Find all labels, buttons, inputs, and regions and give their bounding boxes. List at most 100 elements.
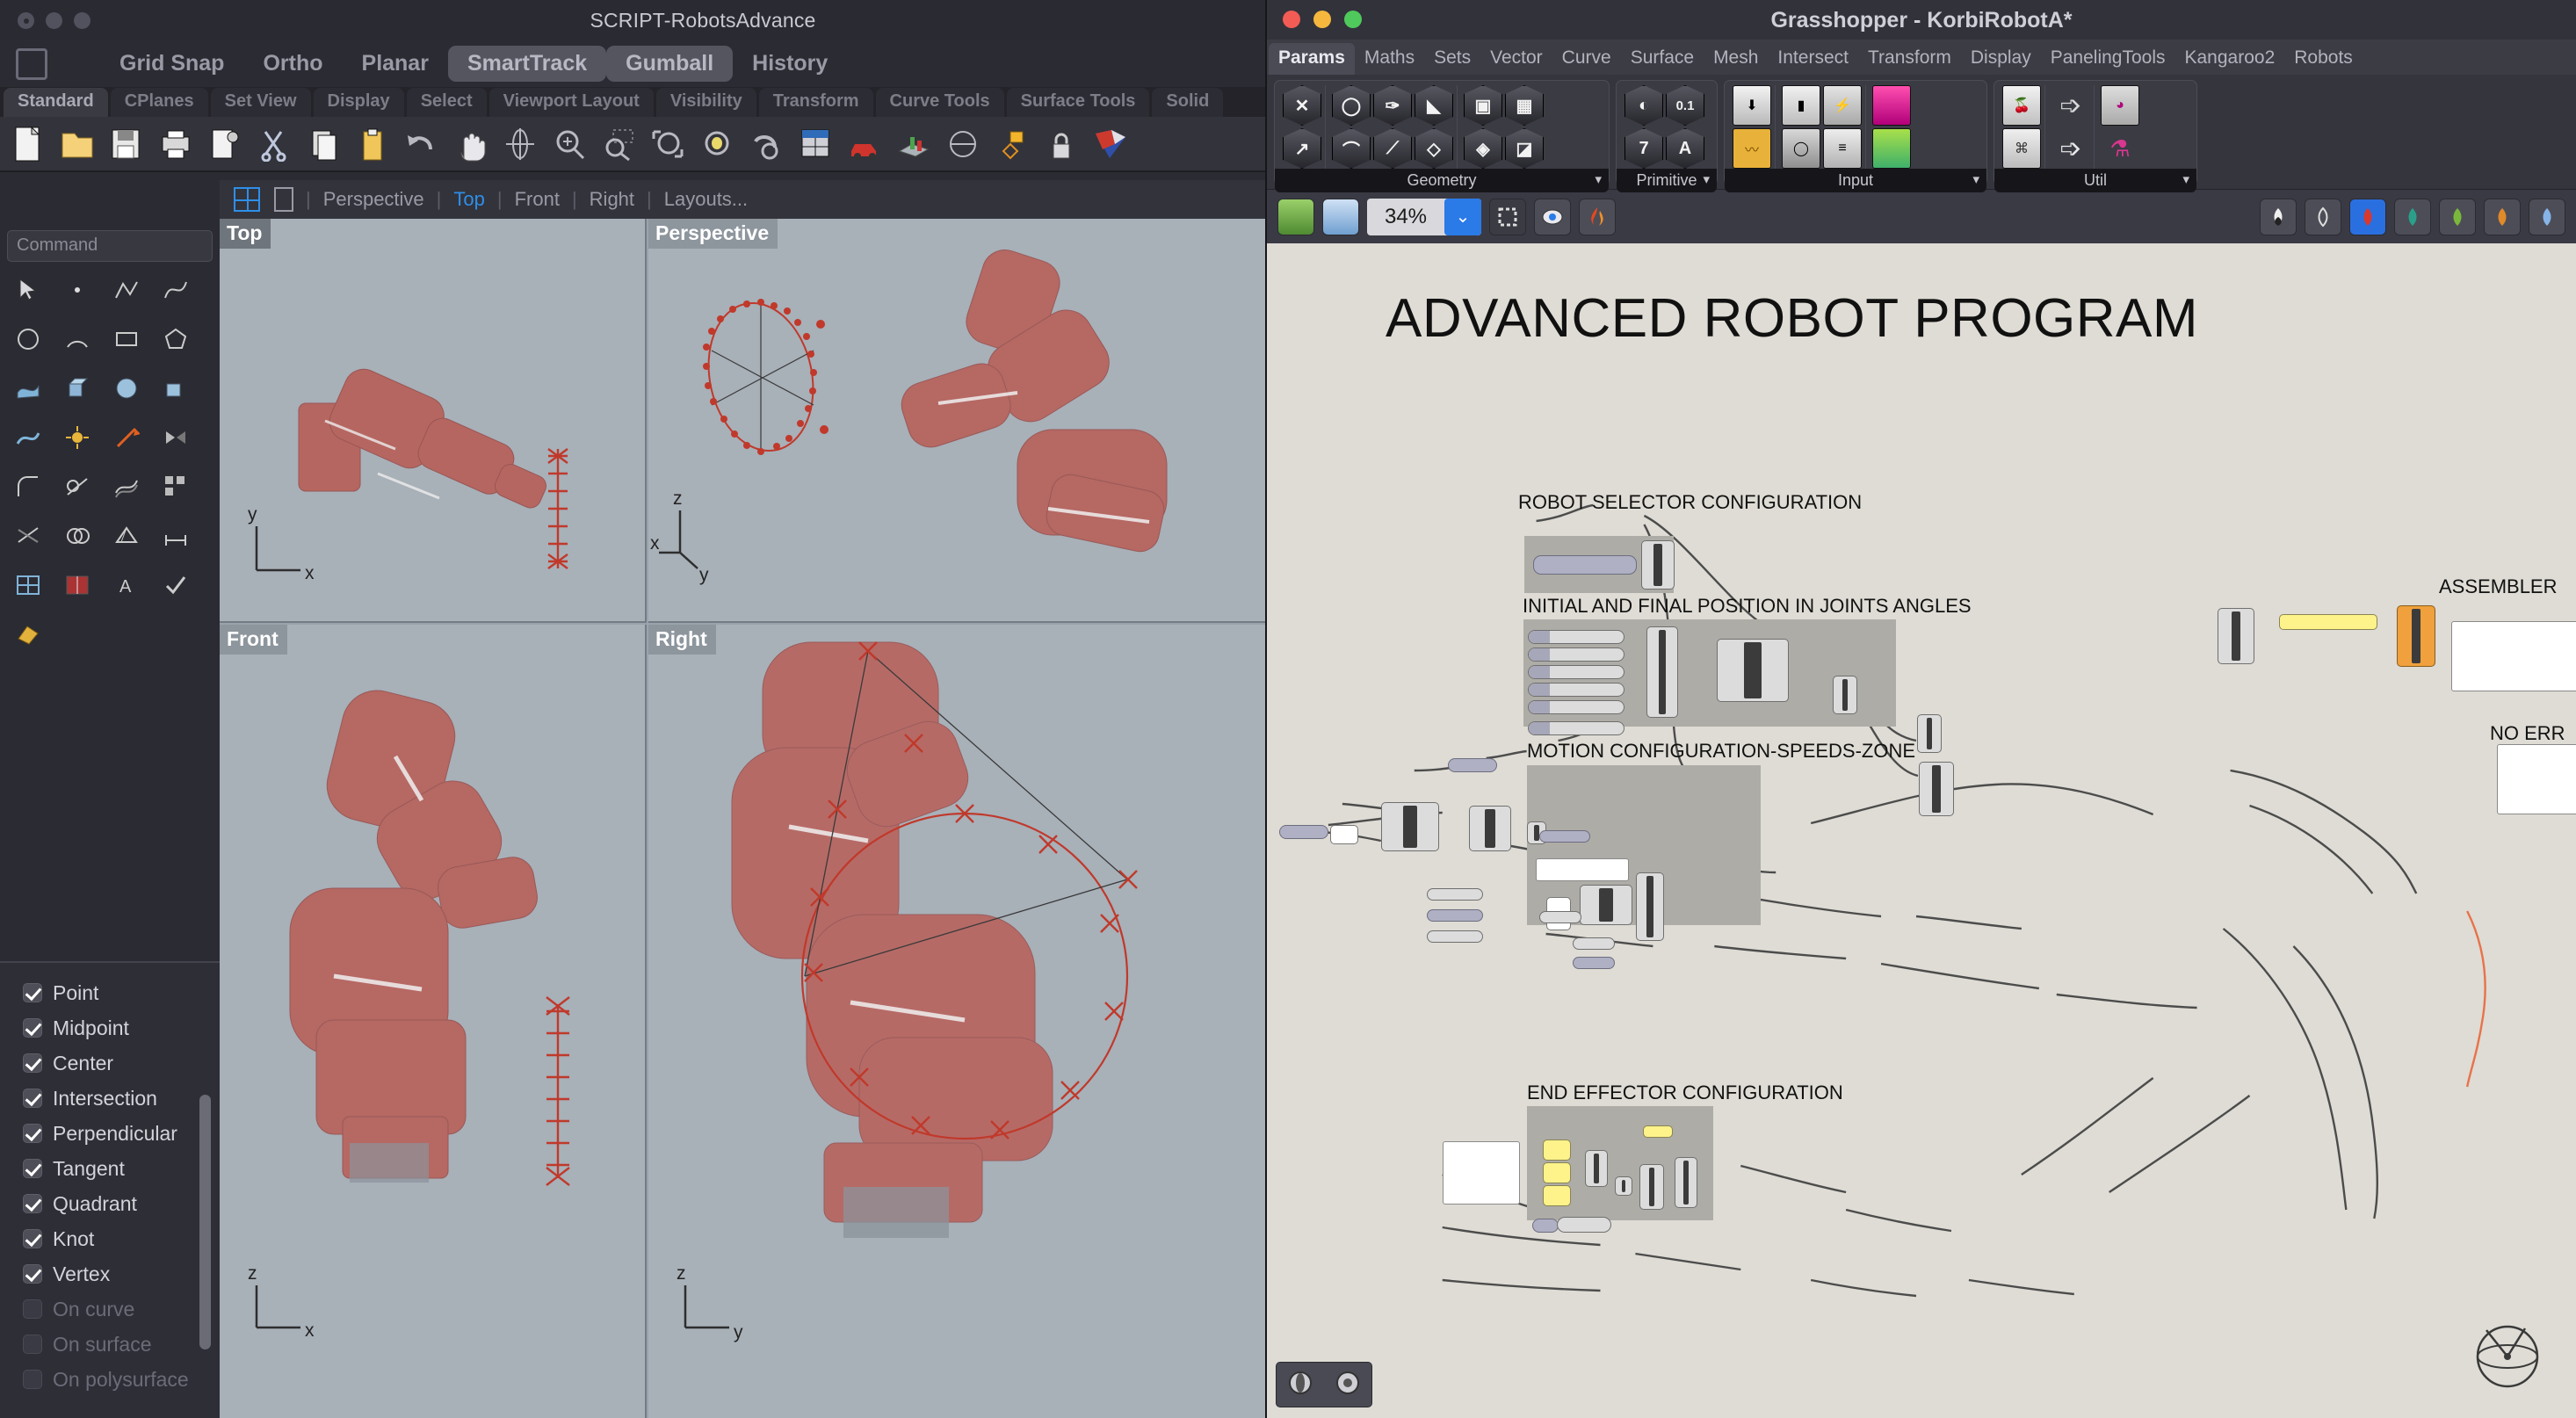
gradient-sketch-icon[interactable]: 〰: [1733, 128, 1771, 169]
osnap-knot[interactable]: Knot: [23, 1221, 220, 1256]
preview-eye-icon[interactable]: [1534, 198, 1571, 235]
tab-transform[interactable]: Transform: [1858, 43, 1961, 75]
tab-maths[interactable]: Maths: [1355, 43, 1424, 75]
checkbox-icon[interactable]: [23, 1089, 42, 1108]
preview-wireframe-icon[interactable]: [2305, 198, 2341, 235]
option-history[interactable]: History: [733, 46, 847, 82]
four-view-icon[interactable]: [234, 187, 260, 212]
checkbox-icon[interactable]: [23, 1229, 42, 1248]
slider-handle[interactable]: [1529, 666, 1550, 678]
node-joint-merge[interactable]: [1646, 626, 1678, 718]
node-slider-1[interactable]: [1528, 630, 1624, 644]
node-ee-flag[interactable]: [1643, 1125, 1673, 1138]
tab-set-view[interactable]: Set View: [210, 88, 311, 117]
checkbox-icon[interactable]: [23, 1194, 42, 1213]
node-robot-selector[interactable]: [1641, 540, 1675, 590]
osnap-center[interactable]: Center: [23, 1045, 220, 1081]
copy-page-icon[interactable]: [202, 121, 248, 167]
viewport-top[interactable]: Top y x: [220, 219, 647, 623]
zoom-selected-icon[interactable]: [694, 121, 740, 167]
tab-standard[interactable]: Standard: [4, 88, 108, 117]
mesh-icon[interactable]: ▦: [1505, 85, 1544, 126]
rotate-view-icon[interactable]: [497, 121, 543, 167]
split-icon[interactable]: [4, 511, 53, 561]
node-ee-small[interactable]: [1615, 1176, 1632, 1196]
osnap-tangent[interactable]: Tangent: [23, 1151, 220, 1186]
box-icon[interactable]: [151, 364, 200, 413]
node-slider-2[interactable]: [1528, 648, 1624, 662]
trim-icon[interactable]: [53, 462, 102, 511]
offset-icon[interactable]: [102, 462, 151, 511]
osnap-vertex[interactable]: Vertex: [23, 1256, 220, 1291]
tab-visibility[interactable]: Visibility: [655, 88, 756, 117]
checkbox-icon[interactable]: [23, 1370, 42, 1389]
paste-icon[interactable]: [350, 121, 395, 167]
node-slider-3[interactable]: [1528, 665, 1624, 679]
tab-sets[interactable]: Sets: [1424, 43, 1480, 75]
undo-icon[interactable]: [399, 121, 445, 167]
boolean-icon[interactable]: ◐: [1624, 85, 1663, 126]
tab-panelingtools[interactable]: PanelingTools: [2041, 43, 2175, 75]
chevron-down-icon[interactable]: ▾: [1972, 171, 1979, 187]
node-motion-out-1[interactable]: [1573, 937, 1615, 950]
node-ee-output[interactable]: [1675, 1157, 1697, 1208]
node-motion-out-2[interactable]: [1573, 957, 1615, 969]
viewport-link-front[interactable]: Front: [515, 188, 560, 211]
polyline-icon[interactable]: [102, 265, 151, 315]
copy-icon[interactable]: [300, 121, 346, 167]
grasshopper-canvas-toolbar[interactable]: 34% ⌄: [1267, 189, 2576, 243]
relay-solid-icon[interactable]: ➩: [2051, 128, 2090, 169]
button-icon[interactable]: ▮: [1782, 85, 1820, 126]
grasshopper-canvas[interactable]: ADVANCED ROBOT PROGRAM ROBOT SELECTOR CO…: [1267, 243, 2576, 1418]
tab-transform[interactable]: Transform: [758, 88, 873, 117]
node-assembler[interactable]: [2397, 605, 2435, 667]
tab-surface-tools[interactable]: Surface Tools: [1006, 88, 1150, 117]
subd-icon[interactable]: ◪: [1505, 128, 1544, 169]
node-slider-6[interactable]: [1528, 721, 1624, 735]
sphere-icon[interactable]: [102, 364, 151, 413]
gumball-icon[interactable]: [102, 413, 151, 462]
zoom-extents-icon[interactable]: [645, 121, 691, 167]
node-motion-in-3[interactable]: [1427, 930, 1483, 943]
layers-icon[interactable]: [1088, 121, 1133, 167]
polygon-icon[interactable]: [151, 315, 200, 364]
open-file-icon[interactable]: [1277, 198, 1314, 235]
osnap-quadrant[interactable]: Quadrant: [23, 1186, 220, 1221]
option-gumball[interactable]: Gumball: [606, 46, 734, 82]
mesh-icon[interactable]: [102, 511, 151, 561]
tab-viewport-layout[interactable]: Viewport Layout: [488, 88, 654, 117]
tab-params[interactable]: Params: [1269, 43, 1355, 75]
viewport-perspective[interactable]: Perspective z x y: [648, 219, 1265, 623]
node-joint-relay[interactable]: [1833, 676, 1857, 714]
viewport-front[interactable]: Front z x: [220, 625, 647, 1418]
file-reader-icon[interactable]: ⬇: [1733, 85, 1771, 126]
node-ee-tool[interactable]: [1639, 1164, 1664, 1210]
node-zone-param[interactable]: [1448, 758, 1497, 772]
checkbox-icon[interactable]: [23, 1335, 42, 1354]
checkbox-icon[interactable]: [23, 1124, 42, 1143]
plane-icon[interactable]: ◇: [1415, 128, 1453, 169]
arc-icon[interactable]: ⌒: [1332, 128, 1371, 169]
osnap-intersection[interactable]: Intersection: [23, 1081, 220, 1116]
osnap-perpendicular[interactable]: Perpendicular: [23, 1116, 220, 1151]
draw-fancy-icon[interactable]: [2439, 198, 2476, 235]
new-file-icon[interactable]: [5, 121, 51, 167]
scissors-icon[interactable]: [251, 121, 297, 167]
tab-cplanes[interactable]: CPlanes: [110, 88, 208, 117]
viewport-link-top[interactable]: Top: [453, 188, 484, 211]
node-ee-input-name[interactable]: [1557, 1217, 1611, 1233]
checkbox-icon[interactable]: [23, 1264, 42, 1284]
layout-icon[interactable]: [53, 561, 102, 610]
cherry-cluster-icon[interactable]: 🍒: [2002, 85, 2041, 126]
jump-icon[interactable]: ◕: [2101, 85, 2139, 126]
node-motion-in-1[interactable]: [1427, 888, 1483, 901]
tab-surface[interactable]: Surface: [1621, 43, 1704, 75]
node-speed-param[interactable]: [1279, 825, 1328, 839]
rectangle-icon[interactable]: [102, 315, 151, 364]
viewport-label-top[interactable]: Top: [220, 219, 271, 249]
draw-icons-icon[interactable]: [2394, 198, 2431, 235]
node-ee-value-1[interactable]: [1543, 1139, 1571, 1161]
palette-row[interactable]: [0, 462, 220, 511]
check-icon[interactable]: [151, 561, 200, 610]
loft-icon[interactable]: [4, 413, 53, 462]
